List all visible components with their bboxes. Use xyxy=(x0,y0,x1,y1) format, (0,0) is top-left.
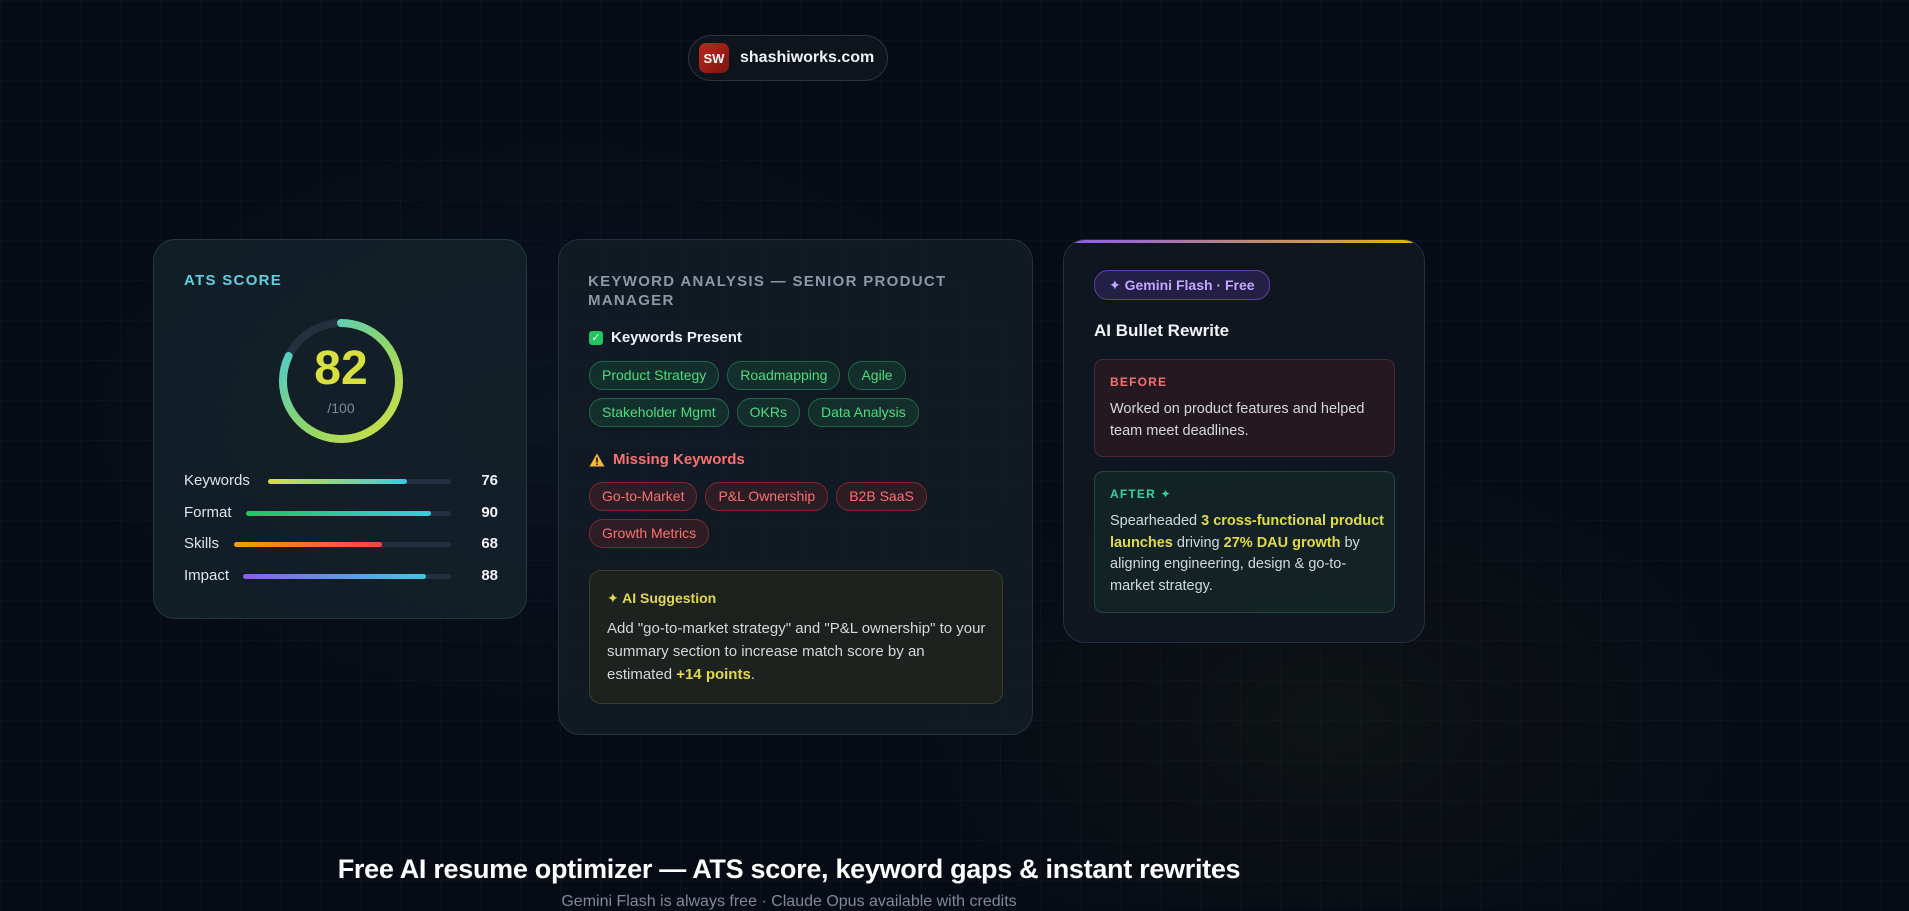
keywords-present-heading: ✓ Keywords Present xyxy=(589,329,742,346)
ai-suggestion-title: ✦ AI Suggestion xyxy=(607,590,717,606)
metric-value: 88 xyxy=(481,567,498,584)
keyword-tag: Roadmapping xyxy=(727,361,841,390)
metric-value: 68 xyxy=(481,535,498,552)
metric-label: Format xyxy=(184,504,232,521)
metric-label: Keywords xyxy=(184,472,250,489)
keywords-missing-heading: Missing Keywords xyxy=(589,451,745,468)
metric-bar-track xyxy=(234,542,451,547)
keyword-tag: Product Strategy xyxy=(589,361,720,390)
metric-bar-fill xyxy=(268,479,408,484)
after-highlight: 27% DAU growth xyxy=(1223,534,1341,551)
metric-bar-fill xyxy=(234,542,382,547)
metric-row-format: Format 90 xyxy=(184,504,498,524)
after-label: AFTER ✦ xyxy=(1110,487,1172,501)
ai-suggestion-text: Add "go-to-market strategy" and "P&L own… xyxy=(607,617,987,686)
before-label: BEFORE xyxy=(1110,375,1168,389)
ai-rewrite-title: AI Bullet Rewrite xyxy=(1094,321,1230,340)
keyword-tag: OKRs xyxy=(736,398,800,427)
after-text: Spearheaded 3 cross-functional product l… xyxy=(1110,511,1386,597)
hero-headline: Free AI resume optimizer — ATS score, ke… xyxy=(337,854,1241,884)
keyword-analysis-card: KEYWORD ANALYSIS — SENIOR PRODUCT MANAGE… xyxy=(558,239,1033,735)
ats-score-card: ATS SCORE 82 /100 Keywords 76 Format 90 Skil… xyxy=(153,239,527,619)
keyword-analysis-heading: KEYWORD ANALYSIS — SENIOR PRODUCT MANAGE… xyxy=(588,273,947,309)
brand-logo: SW xyxy=(699,43,729,73)
keyword-tag: B2B SaaS xyxy=(836,482,927,511)
hero-subline: Gemini Flash is always free · Claude Opu… xyxy=(561,893,1017,910)
metric-bar-fill xyxy=(246,511,431,516)
ai-rewrite-card: ✦ Gemini Flash · Free AI Bullet Rewrite … xyxy=(1063,239,1425,643)
after-text-part: driving xyxy=(1172,534,1224,551)
model-badge[interactable]: ✦ Gemini Flash · Free xyxy=(1094,270,1270,300)
keyword-tag: P&L Ownership xyxy=(705,482,829,511)
keywords-missing-label: Missing Keywords xyxy=(613,451,745,468)
metric-label: Impact xyxy=(184,567,230,584)
suggestion-highlight: +14 points xyxy=(676,666,751,683)
warning-icon xyxy=(589,453,605,466)
ats-score-max: /100 xyxy=(327,400,355,416)
ai-suggestion-box: ✦ AI Suggestion Add "go-to-market strate… xyxy=(589,570,1003,704)
checkbox-icon: ✓ xyxy=(589,330,603,345)
metric-row-skills: Skills 68 xyxy=(184,535,498,555)
keyword-tag: Go-to-Market xyxy=(589,482,698,511)
metric-bar-fill xyxy=(243,574,427,579)
keyword-tag: Growth Metrics xyxy=(589,519,710,548)
metric-label: Skills xyxy=(184,535,220,552)
brand-domain: shashiworks.com xyxy=(740,49,875,66)
metric-value: 90 xyxy=(481,504,498,521)
keyword-tag: Data Analysis xyxy=(807,398,919,427)
ats-score-value: 82 xyxy=(314,342,368,395)
brand-pill[interactable]: SW shashiworks.com xyxy=(688,35,888,81)
metric-row-impact: Impact 88 xyxy=(184,567,498,587)
after-text-part: Spearheaded xyxy=(1110,513,1202,529)
keywords-present-label: Keywords Present xyxy=(611,329,742,346)
metric-value: 76 xyxy=(481,472,498,489)
suggestion-text-end: . xyxy=(750,666,755,683)
missing-tags: Go-to-Market P&L Ownership B2B SaaS Growth … xyxy=(589,482,1009,548)
before-text: Worked on product features and helped te… xyxy=(1110,401,1365,439)
accent-bar xyxy=(1064,240,1424,243)
ats-score-heading: ATS SCORE xyxy=(184,272,283,289)
present-tags: Product Strategy Roadmapping Agile Stakehol… xyxy=(589,361,1009,427)
metric-bar-track xyxy=(246,511,451,516)
metric-row-keywords: Keywords 76 xyxy=(184,472,498,492)
after-box: AFTER ✦ Spearheaded 3 cross-functional p… xyxy=(1094,471,1395,613)
keyword-tag: Stakeholder Mgmt xyxy=(589,398,729,427)
metric-bar-track xyxy=(268,479,451,484)
before-box: BEFORE Worked on product features and he… xyxy=(1094,359,1395,457)
metric-bar-track xyxy=(243,574,451,579)
suggestion-text: Add "go-to-market strategy" and "P&L own… xyxy=(607,620,986,683)
keyword-tag: Agile xyxy=(848,361,906,390)
